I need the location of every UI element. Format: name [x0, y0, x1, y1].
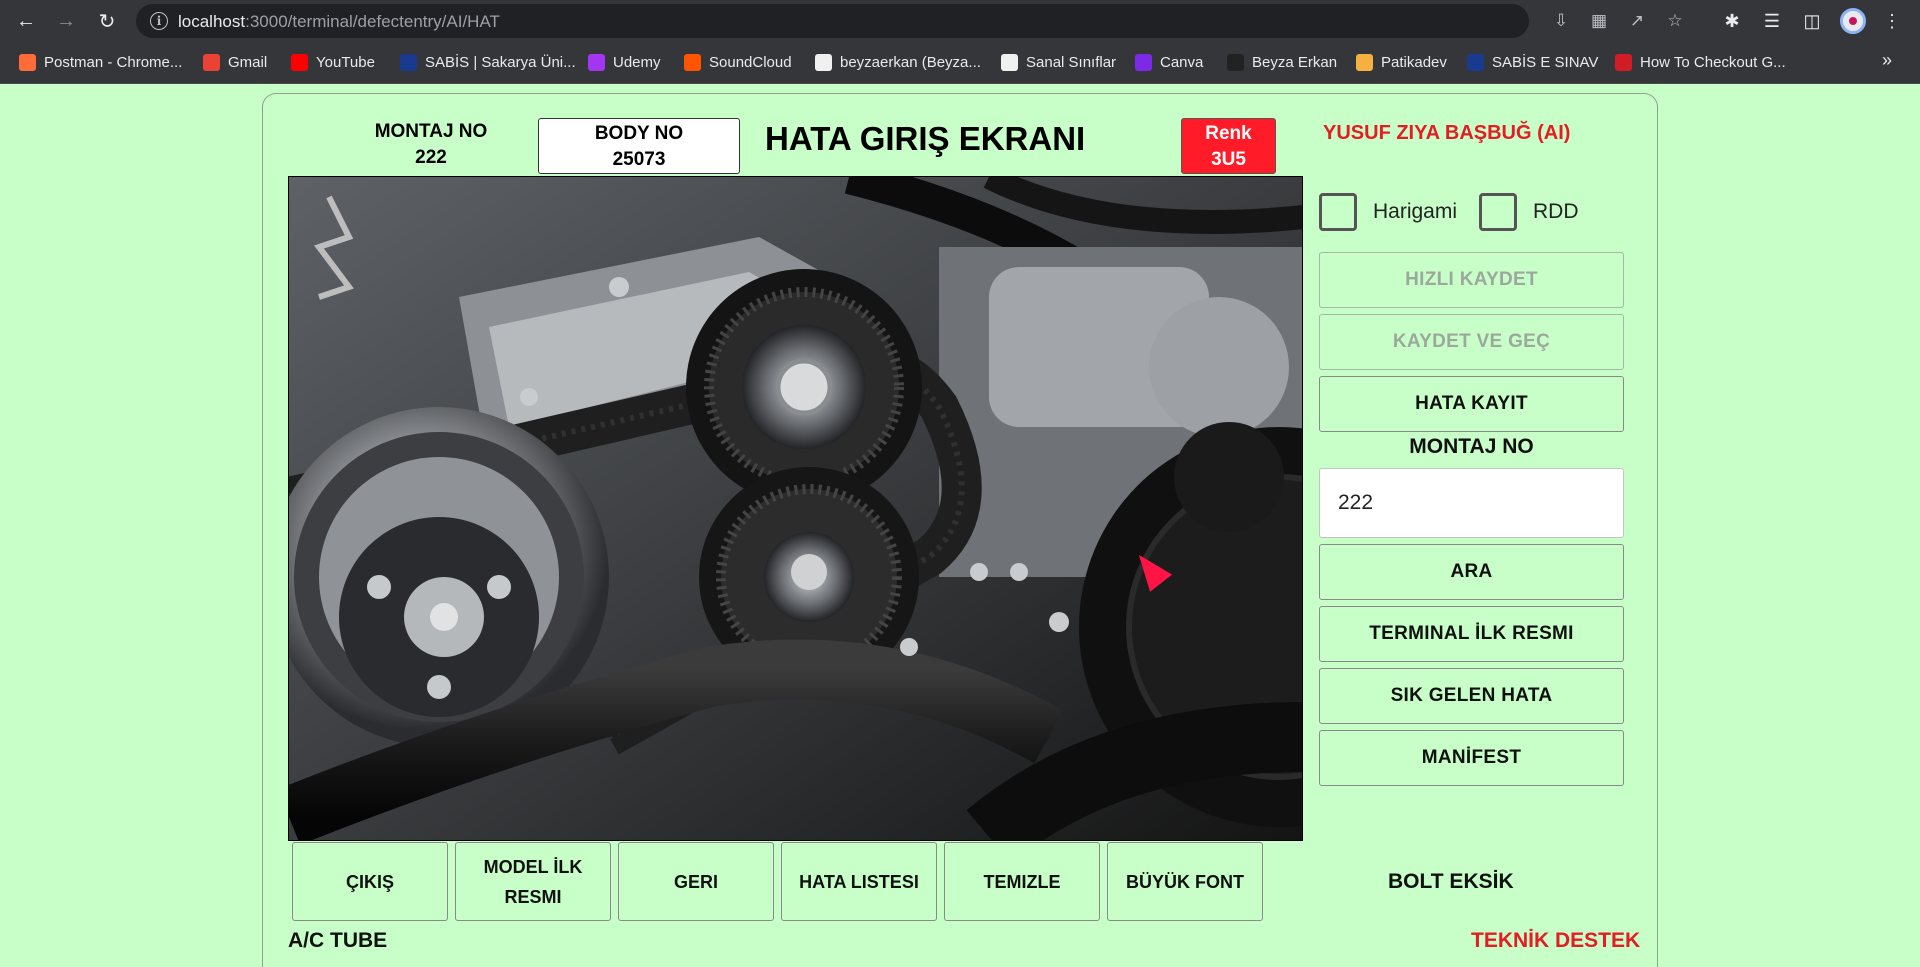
bookmark-favicon-icon: [291, 53, 308, 71]
browser-toolbar: ← → ↻ i localhost:3000/terminal/defecten…: [0, 0, 1920, 42]
bookmark-favicon-icon: [1001, 53, 1018, 71]
bookmark-label: SABİS | Sakarya Üni...: [425, 53, 576, 71]
bookmark-label: Gmail: [228, 53, 268, 71]
bookmark-favicon-icon: [1227, 53, 1244, 71]
bookmark-favicon-icon: [1135, 53, 1152, 71]
technical-support-link[interactable]: TEKNİK DESTEK: [1471, 929, 1640, 953]
save-and-next-button[interactable]: KAYDET VE GEÇ: [1319, 314, 1624, 370]
bookmark-item[interactable]: How To Checkout G...: [1615, 51, 1786, 73]
clear-button[interactable]: TEMIZLE: [944, 842, 1100, 921]
bookmark-label: Postman - Chrome...: [44, 53, 183, 71]
bookmark-item[interactable]: Udemy: [588, 51, 661, 73]
color-code-badge: Renk 3U5: [1181, 118, 1276, 174]
manifest-button[interactable]: MANİFEST: [1319, 730, 1624, 786]
bookmark-item[interactable]: Canva: [1135, 51, 1203, 73]
bookmark-item[interactable]: SoundCloud: [684, 51, 792, 73]
montaj-no-value: 222: [415, 147, 447, 168]
operator-name: YUSUF ZIYA BAŞBUĞ (AI): [1323, 122, 1571, 144]
selected-defect-name: BOLT EKSİK: [1388, 870, 1514, 893]
bookmark-star-icon[interactable]: ☆: [1664, 11, 1686, 31]
bookmark-label: SoundCloud: [709, 53, 792, 71]
engine-photo: [289, 177, 1302, 840]
site-info-icon[interactable]: i: [150, 12, 168, 30]
url-host: localhost: [178, 12, 246, 31]
bookmark-favicon-icon: [1615, 53, 1632, 71]
color-code-label: Renk: [1205, 123, 1252, 144]
profile-avatar[interactable]: [1840, 8, 1866, 34]
bookmark-item[interactable]: Patikadev: [1356, 51, 1447, 73]
exit-button[interactable]: ÇIKIŞ: [292, 842, 448, 921]
quick-save-button[interactable]: HIZLI KAYDET: [1319, 252, 1624, 308]
bookmark-item[interactable]: beyzaerkan (Beyza...: [815, 51, 981, 73]
defect-entry-panel: MONTAJ NO 222 BODY NO 25073 HATA GIRIŞ E…: [262, 93, 1658, 967]
bookmarks-bar: Postman - Chrome... Gmail YouTube SABİS | S…: [0, 42, 1920, 84]
montaj-no-header: MONTAJ NO 222: [356, 119, 506, 171]
forward-arrow-icon[interactable]: →: [52, 7, 80, 35]
bookmark-item[interactable]: Gmail: [203, 51, 267, 73]
bookmark-label: beyzaerkan (Beyza...: [840, 53, 981, 71]
harigami-label: Harigami: [1373, 200, 1458, 223]
defect-record-button[interactable]: HATA KAYIT: [1319, 376, 1624, 432]
bookmark-item[interactable]: SABİS | Sakarya Üni...: [400, 51, 576, 73]
vehicle-part-image[interactable]: [288, 176, 1303, 841]
big-font-button[interactable]: BÜYÜK FONT: [1107, 842, 1263, 921]
bookmark-label: How To Checkout G...: [1640, 53, 1786, 71]
back-button[interactable]: GERI: [618, 842, 774, 921]
frequent-defect-button[interactable]: SIK GELEN HATA: [1319, 668, 1624, 724]
body-no-label: BODY NO: [594, 123, 684, 144]
bookmark-favicon-icon: [588, 53, 605, 71]
bookmark-label: YouTube: [316, 53, 375, 71]
page-title: HATA GIRIŞ EKRANI: [765, 120, 1086, 157]
menu-kebab-icon[interactable]: ⋮: [1880, 9, 1904, 33]
install-app-icon[interactable]: ⇩: [1550, 11, 1572, 31]
body-no-box: BODY NO 25073: [538, 118, 740, 174]
bookmark-label: Udemy: [613, 53, 661, 71]
bookmark-item[interactable]: Sanal Sınıflar: [1001, 51, 1116, 73]
search-button[interactable]: ARA: [1319, 544, 1624, 600]
bookmark-favicon-icon: [1356, 53, 1373, 71]
bookmarks-overflow-icon[interactable]: »: [1882, 50, 1892, 71]
model-first-image-button[interactable]: MODEL İLK RESMI: [455, 842, 611, 921]
montaj-no-input[interactable]: [1319, 468, 1624, 538]
bookmark-label: Sanal Sınıflar: [1026, 53, 1117, 71]
rdd-checkbox[interactable]: [1479, 193, 1517, 231]
bookmark-item[interactable]: SABİS E SINAV: [1467, 51, 1598, 73]
color-code-value: 3U5: [1211, 149, 1246, 170]
back-arrow-icon[interactable]: ←: [12, 7, 40, 35]
side-panel-icon[interactable]: ◫: [1800, 9, 1824, 33]
bookmark-favicon-icon: [684, 53, 701, 71]
extensions-icon[interactable]: ✱: [1720, 9, 1744, 33]
rdd-checkbox-row[interactable]: RDD: [1479, 192, 1579, 232]
url-path: :3000/terminal/defectentry/AI/HAT: [245, 12, 500, 31]
harigami-checkbox-row[interactable]: Harigami: [1319, 192, 1457, 232]
montaj-no-label: MONTAJ NO: [374, 121, 488, 142]
bookmark-favicon-icon: [1467, 53, 1484, 71]
address-bar[interactable]: i localhost:3000/terminal/defectentry/AI…: [136, 4, 1683, 38]
share-icon[interactable]: ↗: [1626, 11, 1648, 31]
rdd-label: RDD: [1533, 200, 1579, 223]
body-no-value: 25073: [612, 149, 666, 170]
bookmark-item[interactable]: Postman - Chrome...: [19, 51, 182, 73]
selected-part-name: A/C TUBE: [288, 929, 388, 952]
bookmark-favicon-icon: [400, 53, 417, 71]
bookmark-favicon-icon: [19, 53, 36, 71]
bookmark-label: Beyza Erkan: [1252, 53, 1338, 71]
bookmark-item[interactable]: YouTube: [291, 51, 375, 73]
bookmark-label: SABİS E SINAV: [1492, 53, 1599, 71]
url-text[interactable]: localhost:3000/terminal/defectentry/AI/H…: [178, 12, 500, 32]
translate-icon[interactable]: ▦: [1588, 11, 1610, 31]
bookmark-label: Canva: [1160, 53, 1204, 71]
bookmark-favicon-icon: [203, 53, 220, 71]
bookmark-favicon-icon: [815, 53, 832, 71]
reload-icon[interactable]: ↻: [93, 7, 121, 35]
bookmark-item[interactable]: Beyza Erkan: [1227, 51, 1337, 73]
harigami-checkbox[interactable]: [1319, 193, 1357, 231]
media-playlist-icon[interactable]: ☰: [1760, 9, 1784, 33]
montaj-no-search-label: MONTAJ NO: [1409, 435, 1534, 458]
terminal-first-image-button[interactable]: TERMINAL İLK RESMI: [1319, 606, 1624, 662]
defect-list-button[interactable]: HATA LISTESI: [781, 842, 937, 921]
bookmark-label: Patikadev: [1381, 53, 1447, 71]
